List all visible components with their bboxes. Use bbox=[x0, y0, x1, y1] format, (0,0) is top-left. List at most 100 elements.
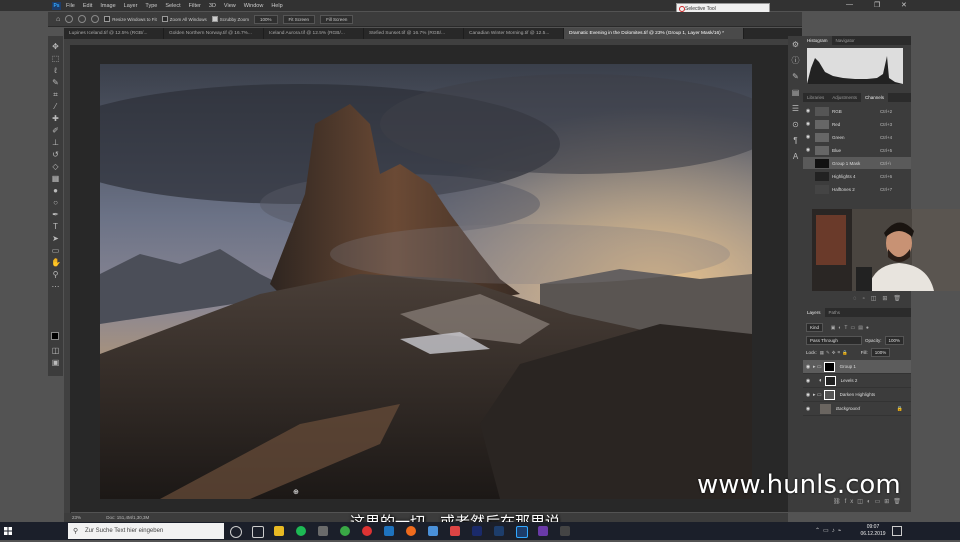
layer-mask-thumbnail[interactable] bbox=[823, 389, 835, 400]
close-icon[interactable]: ✕ bbox=[901, 1, 907, 9]
layer-row-levels-2[interactable]: ◉ ◐ Levels 2 bbox=[803, 374, 911, 388]
tab-golden-northern-norway[interactable]: Golden Northern Norway.tif @ 16.7%... bbox=[164, 28, 264, 39]
tab-iceland-aurora[interactable]: Iceland Aurora.tif @ 12.5% (RGB/... bbox=[264, 28, 364, 39]
marquee-tool-icon[interactable]: ⬚ bbox=[51, 54, 60, 63]
history-brush-icon[interactable]: ↺ bbox=[51, 150, 60, 159]
channel-row[interactable]: Highlights 4 Ctrl+6 bbox=[803, 170, 911, 182]
eye-icon[interactable]: ◉ bbox=[803, 406, 813, 412]
tab-dramatic-evening-dolomites[interactable]: Dramatic Evening in the Dolomites.tif @ … bbox=[564, 28, 744, 39]
healing-tool-icon[interactable]: ✚ bbox=[51, 114, 60, 123]
bridge-icon[interactable] bbox=[494, 526, 504, 536]
path-select-tool-icon[interactable]: ➤ bbox=[51, 234, 60, 243]
menu-filter[interactable]: Filter bbox=[189, 3, 201, 9]
swatches-icon[interactable]: ▤ bbox=[791, 88, 800, 97]
stamp-tool-icon[interactable]: ⊥ bbox=[51, 138, 60, 147]
minimize-icon[interactable]: — bbox=[846, 1, 853, 8]
info-icon[interactable]: ⓘ bbox=[791, 56, 800, 65]
document-image-dolomites[interactable] bbox=[100, 64, 752, 499]
firefox-icon[interactable] bbox=[406, 526, 416, 536]
zoom-tool-icon[interactable] bbox=[65, 15, 74, 23]
eye-icon[interactable]: ◉ bbox=[803, 134, 813, 140]
channel-row[interactable]: ◉ RGB Ctrl+2 bbox=[803, 105, 911, 117]
brush-tool-icon[interactable]: ✐ bbox=[51, 126, 60, 135]
layer-row-group-1[interactable]: ◉ ▸ ▭ Group 1 bbox=[803, 360, 911, 374]
paragraph-icon[interactable]: ¶ bbox=[791, 136, 800, 145]
actions-icon[interactable]: ⚙ bbox=[791, 40, 800, 49]
eye-icon[interactable]: ◉ bbox=[803, 121, 813, 127]
layer-name[interactable]: Background bbox=[836, 406, 860, 411]
lock-icons[interactable]: ▦✎✥⌗🔒 bbox=[820, 350, 850, 356]
app-gray-icon[interactable] bbox=[560, 526, 570, 536]
gradient-tool-icon[interactable]: ▦ bbox=[51, 174, 60, 183]
menu-3d[interactable]: 3D bbox=[209, 3, 216, 9]
filter-icons[interactable]: ▣◐T▭▤● bbox=[831, 325, 872, 331]
spotify-icon[interactable] bbox=[296, 526, 306, 536]
channel-row[interactable]: ◉ Blue Ctrl+5 bbox=[803, 144, 911, 156]
brush-settings-icon[interactable]: ✎ bbox=[791, 72, 800, 81]
layer-name[interactable]: Darken Highlights bbox=[840, 392, 876, 397]
tab-libraries[interactable]: Libraries bbox=[803, 93, 828, 102]
task-view-icon[interactable] bbox=[252, 526, 264, 538]
menu-layer[interactable]: Layer bbox=[124, 3, 138, 9]
eye-icon[interactable]: ◉ bbox=[803, 392, 813, 398]
move-tool-icon[interactable]: ✥ bbox=[51, 42, 60, 51]
fill-field[interactable]: 100% bbox=[870, 348, 891, 357]
taskbar-search-input[interactable]: Zur Suche Text hier eingeben bbox=[68, 523, 224, 539]
dodge-tool-icon[interactable]: ○ bbox=[51, 198, 60, 207]
tab-navigator[interactable]: Navigator bbox=[832, 36, 859, 45]
foreground-color-swatch[interactable] bbox=[51, 332, 59, 340]
shape-tool-icon[interactable]: ▭ bbox=[51, 246, 60, 255]
tab-channels[interactable]: Channels bbox=[861, 93, 889, 102]
screen-mode-icon[interactable]: ▣ bbox=[51, 358, 60, 367]
quick-select-tool-icon[interactable]: ✎ bbox=[51, 78, 60, 87]
app-icon[interactable] bbox=[318, 526, 328, 536]
maximize-icon[interactable]: ❐ bbox=[874, 1, 880, 9]
channel-row[interactable]: ◉ Red Ctrl+3 bbox=[803, 118, 911, 130]
blur-tool-icon[interactable]: ● bbox=[51, 186, 60, 195]
windows-start-icon[interactable] bbox=[0, 522, 16, 540]
menu-image[interactable]: Image bbox=[100, 3, 115, 9]
status-zoom[interactable]: 23% bbox=[72, 515, 81, 520]
notifications-icon[interactable] bbox=[892, 526, 902, 536]
photoshop-taskbar-icon[interactable] bbox=[516, 526, 528, 538]
lasso-tool-icon[interactable]: ℓ bbox=[51, 66, 60, 75]
quick-mask-icon[interactable]: ◫ bbox=[51, 346, 60, 355]
app-blue-icon[interactable] bbox=[384, 526, 394, 536]
layer-name[interactable]: Group 1 bbox=[840, 364, 856, 369]
menu-help[interactable]: Help bbox=[271, 3, 282, 9]
channel-actions-icons[interactable]: ◌▫◫⊞🗑 bbox=[853, 295, 907, 302]
tab-stefied-sunset[interactable]: Stefied Sunset.tif @ 16.7% (RGB/... bbox=[364, 28, 464, 39]
zoom-100-button[interactable]: 100% bbox=[254, 14, 278, 24]
tab-adjustments[interactable]: Adjustments bbox=[828, 93, 861, 102]
tab-histogram[interactable]: Histogram bbox=[803, 36, 832, 45]
zoom-tool-sidebar-icon[interactable]: ⚲ bbox=[51, 270, 60, 279]
taskbar-clock[interactable]: 09:07 06.12.2019 bbox=[860, 524, 886, 538]
menu-view[interactable]: View bbox=[224, 3, 236, 9]
home-icon[interactable]: ⌂ bbox=[56, 16, 60, 23]
tab-layers[interactable]: Layers bbox=[803, 308, 825, 317]
tab-lupines-iceland[interactable]: Lupines Iceland.tif @ 12.5% (RGB/... bbox=[64, 28, 164, 39]
tab-paths[interactable]: Paths bbox=[825, 308, 845, 317]
app-green-icon[interactable] bbox=[340, 526, 350, 536]
more-tools-icon[interactable]: ⋯ bbox=[51, 282, 60, 291]
clone-source-icon[interactable]: ⊙ bbox=[791, 120, 800, 129]
fit-screen-button[interactable]: Fit Screen bbox=[282, 14, 316, 24]
layer-row-darken-highlights[interactable]: ◉ ▸ ▭ Darken Highlights bbox=[803, 388, 911, 402]
opacity-field[interactable]: 100% bbox=[884, 336, 905, 345]
channel-row[interactable]: Halftones 2 Ctrl+7 bbox=[803, 183, 911, 195]
cortana-icon[interactable] bbox=[230, 526, 242, 538]
eye-icon[interactable]: ◉ bbox=[803, 147, 813, 153]
crop-tool-icon[interactable]: ⌗ bbox=[51, 90, 60, 99]
eye-icon[interactable]: ◉ bbox=[803, 364, 813, 370]
layer-row-background[interactable]: ◉ Background 🔒 bbox=[803, 402, 911, 416]
app-red-icon[interactable] bbox=[362, 526, 372, 536]
eyedropper-tool-icon[interactable]: ⁄ bbox=[51, 102, 60, 111]
eye-icon[interactable]: ◉ bbox=[803, 378, 813, 384]
type-tool-icon[interactable]: T bbox=[51, 222, 60, 231]
layer-mask-thumbnail[interactable] bbox=[823, 361, 835, 372]
eraser-tool-icon[interactable]: ◇ bbox=[51, 162, 60, 171]
lightroom-icon[interactable] bbox=[472, 526, 482, 536]
blend-mode-select[interactable]: Pass Through bbox=[806, 336, 862, 345]
layer-mask-thumbnail[interactable] bbox=[824, 375, 836, 386]
hand-tool-icon[interactable]: ✋ bbox=[51, 258, 61, 267]
